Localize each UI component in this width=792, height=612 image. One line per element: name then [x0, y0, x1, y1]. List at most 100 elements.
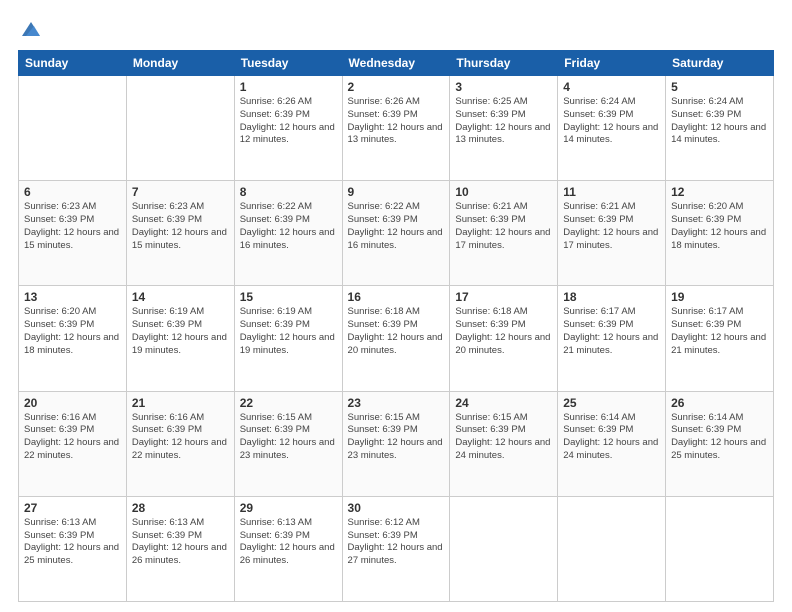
day-number: 9	[348, 185, 445, 199]
day-info: Sunrise: 6:13 AM Sunset: 6:39 PM Dayligh…	[24, 517, 121, 568]
header	[18, 16, 774, 40]
calendar-cell: 9 Sunrise: 6:22 AM Sunset: 6:39 PM Daylig…	[342, 181, 450, 286]
weekday-header-row: SundayMondayTuesdayWednesdayThursdayFrid…	[19, 51, 774, 76]
day-info: Sunrise: 6:15 AM Sunset: 6:39 PM Dayligh…	[240, 412, 337, 463]
day-info: Sunrise: 6:22 AM Sunset: 6:39 PM Dayligh…	[348, 201, 445, 252]
calendar-week-3: 13Sunrise: 6:20 AM Sunset: 6:39 PM Dayli…	[19, 286, 774, 391]
calendar-cell: 16 Sunrise: 6:18 AM Sunset: 6:39 PM Dayli…	[342, 286, 450, 391]
calendar-cell: 10Sunrise: 6:21 AM Sunset: 6:39 PM Dayli…	[450, 181, 558, 286]
logo	[18, 16, 42, 40]
calendar-cell: 18Sunrise: 6:17 AM Sunset: 6:39 PM Dayli…	[558, 286, 666, 391]
day-info: Sunrise: 6:16 AM Sunset: 6:39 PM Dayligh…	[24, 412, 121, 463]
calendar-cell	[558, 496, 666, 601]
day-info: Sunrise: 6:15 AM Sunset: 6:39 PM Dayligh…	[455, 412, 552, 463]
calendar-cell: 30Sunrise: 6:12 AM Sunset: 6:39 PM Dayli…	[342, 496, 450, 601]
day-number: 11	[563, 185, 660, 199]
calendar-cell: 21 Sunrise: 6:16 AM Sunset: 6:39 PM Dayli…	[126, 391, 234, 496]
calendar-cell	[19, 76, 127, 181]
calendar-cell: 13Sunrise: 6:20 AM Sunset: 6:39 PM Dayli…	[19, 286, 127, 391]
day-number: 21	[132, 396, 229, 410]
day-info: Sunrise: 6:13 AM Sunset: 6:39 PM Dayligh…	[132, 517, 229, 568]
calendar-cell: 28 Sunrise: 6:13 AM Sunset: 6:39 PM Dayli…	[126, 496, 234, 601]
weekday-header-wednesday: Wednesday	[342, 51, 450, 76]
page: SundayMondayTuesdayWednesdayThursdayFrid…	[0, 0, 792, 612]
calendar-table: SundayMondayTuesdayWednesdayThursdayFrid…	[18, 50, 774, 602]
calendar-cell: 4 Sunrise: 6:24 AM Sunset: 6:39 PM Daylig…	[558, 76, 666, 181]
calendar-cell: 11 Sunrise: 6:21 AM Sunset: 6:39 PM Dayli…	[558, 181, 666, 286]
day-number: 23	[348, 396, 445, 410]
weekday-header-saturday: Saturday	[666, 51, 774, 76]
weekday-header-sunday: Sunday	[19, 51, 127, 76]
day-info: Sunrise: 6:21 AM Sunset: 6:39 PM Dayligh…	[563, 201, 660, 252]
calendar-cell: 23 Sunrise: 6:15 AM Sunset: 6:39 PM Dayli…	[342, 391, 450, 496]
day-info: Sunrise: 6:16 AM Sunset: 6:39 PM Dayligh…	[132, 412, 229, 463]
day-info: Sunrise: 6:17 AM Sunset: 6:39 PM Dayligh…	[671, 306, 768, 357]
day-number: 30	[348, 501, 445, 515]
day-info: Sunrise: 6:20 AM Sunset: 6:39 PM Dayligh…	[671, 201, 768, 252]
day-info: Sunrise: 6:24 AM Sunset: 6:39 PM Dayligh…	[563, 96, 660, 147]
day-number: 25	[563, 396, 660, 410]
day-info: Sunrise: 6:26 AM Sunset: 6:39 PM Dayligh…	[240, 96, 337, 147]
day-info: Sunrise: 6:14 AM Sunset: 6:39 PM Dayligh…	[563, 412, 660, 463]
calendar-cell: 19 Sunrise: 6:17 AM Sunset: 6:39 PM Dayli…	[666, 286, 774, 391]
calendar-cell: 22 Sunrise: 6:15 AM Sunset: 6:39 PM Dayli…	[234, 391, 342, 496]
calendar-cell: 2Sunrise: 6:26 AM Sunset: 6:39 PM Daylig…	[342, 76, 450, 181]
calendar-cell: 20 Sunrise: 6:16 AM Sunset: 6:39 PM Dayli…	[19, 391, 127, 496]
calendar-cell: 7 Sunrise: 6:23 AM Sunset: 6:39 PM Daylig…	[126, 181, 234, 286]
calendar-week-5: 27 Sunrise: 6:13 AM Sunset: 6:39 PM Dayli…	[19, 496, 774, 601]
day-info: Sunrise: 6:24 AM Sunset: 6:39 PM Dayligh…	[671, 96, 768, 147]
day-info: Sunrise: 6:22 AM Sunset: 6:39 PM Dayligh…	[240, 201, 337, 252]
calendar-cell: 6 Sunrise: 6:23 AM Sunset: 6:39 PM Daylig…	[19, 181, 127, 286]
day-info: Sunrise: 6:25 AM Sunset: 6:39 PM Dayligh…	[455, 96, 552, 147]
day-number: 20	[24, 396, 121, 410]
calendar-week-2: 6 Sunrise: 6:23 AM Sunset: 6:39 PM Daylig…	[19, 181, 774, 286]
weekday-header-friday: Friday	[558, 51, 666, 76]
calendar-cell: 15 Sunrise: 6:19 AM Sunset: 6:39 PM Dayli…	[234, 286, 342, 391]
day-number: 17	[455, 290, 552, 304]
day-number: 19	[671, 290, 768, 304]
day-number: 16	[348, 290, 445, 304]
day-info: Sunrise: 6:15 AM Sunset: 6:39 PM Dayligh…	[348, 412, 445, 463]
calendar-cell: 5 Sunrise: 6:24 AM Sunset: 6:39 PM Daylig…	[666, 76, 774, 181]
day-info: Sunrise: 6:19 AM Sunset: 6:39 PM Dayligh…	[132, 306, 229, 357]
day-number: 3	[455, 80, 552, 94]
day-info: Sunrise: 6:18 AM Sunset: 6:39 PM Dayligh…	[455, 306, 552, 357]
day-number: 10	[455, 185, 552, 199]
day-info: Sunrise: 6:18 AM Sunset: 6:39 PM Dayligh…	[348, 306, 445, 357]
day-number: 13	[24, 290, 121, 304]
day-number: 6	[24, 185, 121, 199]
logo-icon	[20, 18, 42, 40]
weekday-header-tuesday: Tuesday	[234, 51, 342, 76]
day-number: 26	[671, 396, 768, 410]
day-number: 1	[240, 80, 337, 94]
calendar-cell: 14 Sunrise: 6:19 AM Sunset: 6:39 PM Dayli…	[126, 286, 234, 391]
weekday-header-thursday: Thursday	[450, 51, 558, 76]
day-number: 14	[132, 290, 229, 304]
calendar-cell: 29 Sunrise: 6:13 AM Sunset: 6:39 PM Dayli…	[234, 496, 342, 601]
day-number: 15	[240, 290, 337, 304]
calendar-cell: 26 Sunrise: 6:14 AM Sunset: 6:39 PM Dayli…	[666, 391, 774, 496]
calendar-cell	[126, 76, 234, 181]
day-number: 27	[24, 501, 121, 515]
day-info: Sunrise: 6:26 AM Sunset: 6:39 PM Dayligh…	[348, 96, 445, 147]
calendar-cell	[450, 496, 558, 601]
day-number: 18	[563, 290, 660, 304]
day-number: 29	[240, 501, 337, 515]
calendar-week-1: 1 Sunrise: 6:26 AM Sunset: 6:39 PM Daylig…	[19, 76, 774, 181]
day-number: 24	[455, 396, 552, 410]
day-info: Sunrise: 6:19 AM Sunset: 6:39 PM Dayligh…	[240, 306, 337, 357]
day-number: 5	[671, 80, 768, 94]
weekday-header-monday: Monday	[126, 51, 234, 76]
day-number: 4	[563, 80, 660, 94]
day-info: Sunrise: 6:23 AM Sunset: 6:39 PM Dayligh…	[132, 201, 229, 252]
calendar-week-4: 20 Sunrise: 6:16 AM Sunset: 6:39 PM Dayli…	[19, 391, 774, 496]
day-info: Sunrise: 6:13 AM Sunset: 6:39 PM Dayligh…	[240, 517, 337, 568]
calendar-cell: 17 Sunrise: 6:18 AM Sunset: 6:39 PM Dayli…	[450, 286, 558, 391]
day-number: 22	[240, 396, 337, 410]
day-number: 28	[132, 501, 229, 515]
day-info: Sunrise: 6:14 AM Sunset: 6:39 PM Dayligh…	[671, 412, 768, 463]
calendar-cell: 1 Sunrise: 6:26 AM Sunset: 6:39 PM Daylig…	[234, 76, 342, 181]
day-number: 7	[132, 185, 229, 199]
day-info: Sunrise: 6:23 AM Sunset: 6:39 PM Dayligh…	[24, 201, 121, 252]
day-number: 12	[671, 185, 768, 199]
